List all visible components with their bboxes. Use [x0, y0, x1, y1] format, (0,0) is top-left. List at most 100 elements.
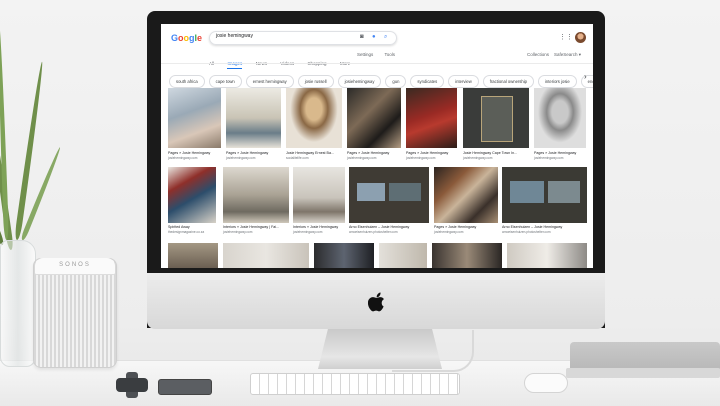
image-result[interactable]: Pages » Josie Hemingway josiehemingway.c…	[226, 88, 281, 168]
chip[interactable]: cape town	[208, 75, 242, 88]
image-result[interactable]: Pages » Josie Hemingway josiehemingway.c…	[347, 88, 401, 168]
plant	[0, 0, 63, 251]
result-source: josiehemingway.com	[168, 156, 198, 160]
result-source: arnoeisenhuizen.photoshelter.com	[502, 230, 551, 234]
result-image	[314, 243, 374, 268]
tools-links: Settings Tools	[357, 52, 405, 57]
chip[interactable]: josiehemingway	[337, 75, 382, 88]
image-result[interactable]	[168, 243, 218, 268]
header-divider	[161, 63, 593, 64]
result-image	[286, 88, 342, 148]
result-caption: Pages » Josie Hemingway	[534, 151, 577, 155]
chip[interactable]: south africa	[169, 75, 205, 88]
keyboard	[250, 373, 460, 395]
chip[interactable]: josie russell	[297, 75, 334, 88]
chevron-right-icon[interactable]: ›	[584, 72, 587, 81]
result-caption: Pages » Josie Hemingway	[226, 151, 269, 155]
result-source: josiehemingway.com	[406, 156, 436, 160]
image-result[interactable]	[379, 243, 427, 268]
imac-screen: Google josie hemingway ◙ ● ⌕ ⋮⋮ All Imag…	[161, 24, 593, 268]
image-result[interactable]	[314, 243, 374, 268]
result-source: arnoeisenhuizen.photoshelter.com	[349, 230, 398, 234]
mic-icon[interactable]: ●	[372, 34, 376, 40]
result-caption: Interiors » Josie Hemingway | Fai...	[223, 225, 280, 229]
search-tabs: All Images News Videos Shopping More	[209, 52, 359, 69]
image-result[interactable]: Pages » Josie Hemingway josiehemingway.c…	[534, 88, 586, 168]
result-source: socialitelife.com	[286, 156, 309, 160]
result-image	[223, 243, 309, 268]
image-result[interactable]	[223, 243, 309, 268]
image-result[interactable]: Spirited Away thedesignmagazine.co.za	[168, 167, 216, 242]
search-bar[interactable]: josie hemingway ◙ ● ⌕	[209, 31, 397, 45]
image-result[interactable]: Pages » Josie Hemingway josiehemingway.c…	[434, 167, 498, 242]
result-image	[463, 88, 529, 148]
result-source: thedesignmagazine.co.za	[168, 230, 205, 234]
google-logo-letter: e	[197, 33, 203, 43]
image-result[interactable]: Pages » Josie Hemingway josiehemingway.c…	[168, 88, 221, 168]
result-image	[168, 167, 216, 223]
result-source: josiehemingway.com	[463, 156, 493, 160]
result-image	[293, 167, 345, 223]
chip[interactable]: interiors josie	[538, 75, 577, 88]
result-caption: Pages » Josie Hemingway	[406, 151, 449, 155]
result-image	[168, 243, 218, 268]
result-caption: Pages » Josie Hemingway	[168, 151, 211, 155]
result-image	[223, 167, 289, 223]
mouse	[524, 373, 568, 393]
apps-grid-icon[interactable]: ⋮⋮	[559, 34, 573, 42]
result-caption: Josie Hemingway Cape Town In...	[463, 151, 518, 155]
related-chips: south africa cape town ernest hemingway jos…	[169, 70, 593, 88]
smartphone	[158, 379, 212, 395]
collections-area: Collections SafeSearch ▾	[527, 52, 581, 58]
image-result[interactable]: Josie Hemingway Ernest Ba... socialiteli…	[286, 88, 342, 168]
result-image	[406, 88, 457, 148]
imac-stand	[318, 329, 442, 369]
result-source: josiehemingway.com	[226, 156, 256, 160]
image-result[interactable]: Arno Eisenhuizen – Josie Hemingway arnoe…	[502, 167, 587, 242]
image-result[interactable]	[432, 243, 502, 268]
result-image	[168, 88, 221, 148]
result-image	[432, 243, 502, 268]
safesearch-link[interactable]: SafeSearch ▾	[554, 52, 581, 57]
search-input[interactable]: josie hemingway	[216, 33, 253, 39]
image-result[interactable]: Interiors » Josie Hemingway | Fai... jos…	[223, 167, 289, 242]
speaker-logo: SONOS	[59, 262, 91, 268]
chip[interactable]: interview	[448, 75, 479, 88]
result-source: josiehemingway.com	[223, 230, 253, 234]
image-result[interactable]: Josie Hemingway Cape Town In... josiehem…	[463, 88, 529, 168]
google-logo[interactable]: Google	[171, 33, 202, 43]
result-caption: Pages » Josie Hemingway	[434, 225, 477, 229]
result-image	[507, 243, 587, 268]
result-caption: Josie Hemingway Ernest Ba...	[286, 151, 334, 155]
result-image	[379, 243, 427, 268]
result-caption: Pages » Josie Hemingway	[347, 151, 390, 155]
apple-logo-icon	[368, 292, 384, 312]
laptop-base	[566, 368, 720, 378]
image-result[interactable]	[507, 243, 587, 268]
result-image	[226, 88, 281, 148]
chip[interactable]: gun	[385, 75, 407, 88]
google-logo-letter: G	[171, 33, 179, 43]
result-image	[534, 88, 586, 148]
result-caption: Interiors » Josie Hemingway	[293, 225, 339, 229]
avatar[interactable]	[575, 32, 586, 43]
image-result[interactable]: Arno Eisenhuizen – Josie Hemingway arnoe…	[349, 167, 429, 242]
result-source: josiehemingway.com	[434, 230, 464, 234]
image-result[interactable]: Interiors » Josie Hemingway josiehemingw…	[293, 167, 345, 242]
settings-link[interactable]: Settings	[357, 52, 373, 57]
search-icon[interactable]: ⌕	[384, 34, 387, 41]
result-image	[347, 88, 401, 148]
tools-link[interactable]: Tools	[384, 52, 395, 57]
collections-link[interactable]: Collections	[527, 52, 549, 57]
result-source: josiehemingway.com	[347, 156, 377, 160]
glass-vase	[0, 240, 36, 367]
result-source: josiehemingway.com	[534, 156, 564, 160]
chip[interactable]: ernest hemingway	[245, 75, 294, 88]
result-source: josiehemingway.com	[293, 230, 323, 234]
image-result[interactable]: Pages » Josie Hemingway josiehemingway.c…	[406, 88, 457, 168]
smartwatch	[116, 378, 148, 392]
chip[interactable]: syndicates	[410, 75, 445, 88]
chip[interactable]: fractional ownership	[482, 75, 534, 88]
camera-icon[interactable]: ◙	[360, 34, 364, 40]
result-image	[349, 167, 429, 223]
